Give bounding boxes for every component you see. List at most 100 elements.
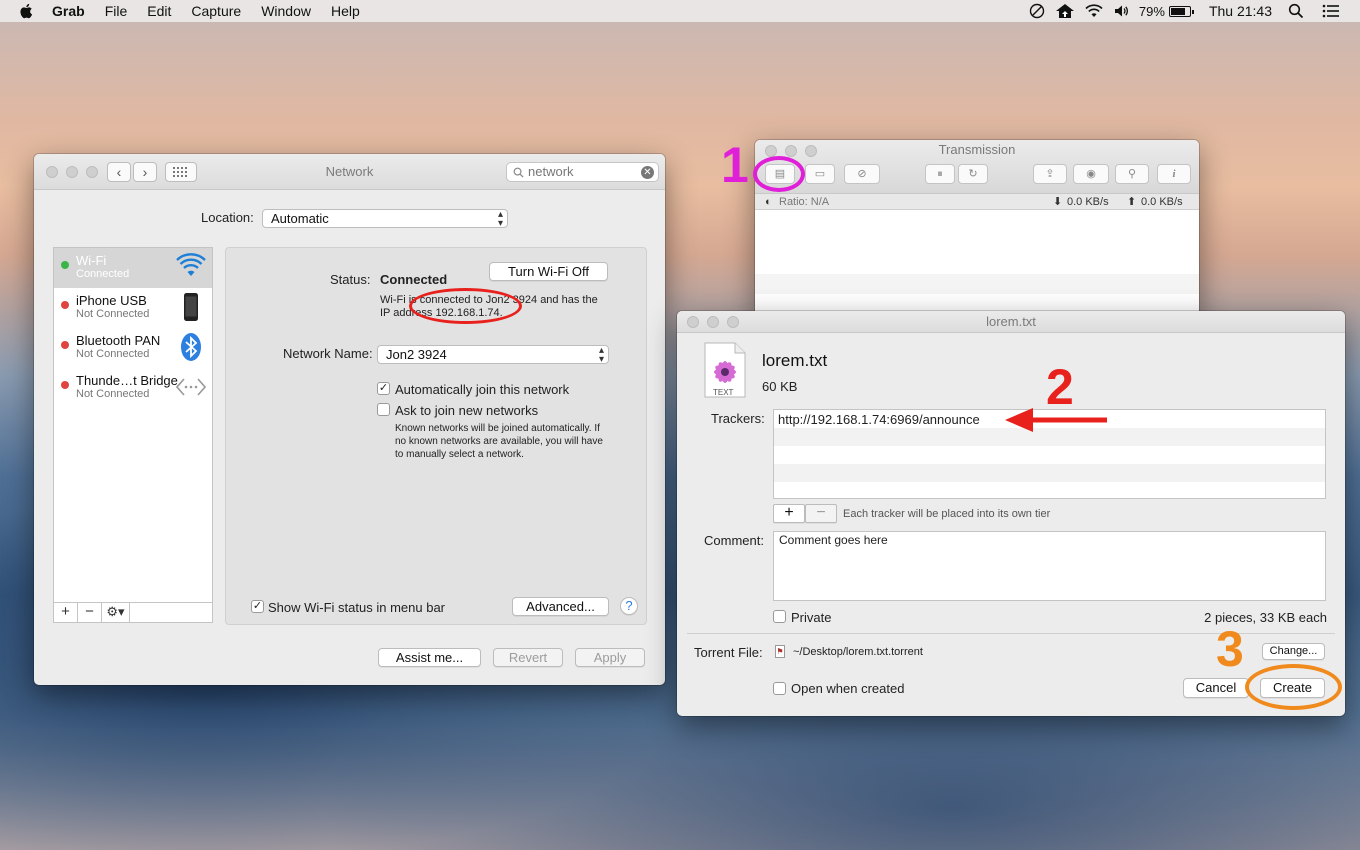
spotlight-search-icon[interactable] (1288, 3, 1304, 19)
ratio-icon: ◐ (765, 196, 772, 208)
location-value: Automatic (271, 211, 329, 226)
service-status: Not Connected (76, 308, 150, 320)
pause-all-button[interactable]: ⏸ (925, 164, 955, 184)
back-button[interactable]: ‹ (107, 162, 131, 182)
magnifier-icon: ⚲ (1127, 168, 1137, 180)
menubar-clock[interactable]: Thu 21:43 (1209, 3, 1272, 19)
auto-join-checkbox[interactable]: ✓ (377, 382, 390, 395)
service-name: Wi-Fi (76, 253, 107, 268)
location-label: Location: (201, 210, 254, 225)
window-controls (687, 316, 747, 328)
ask-join-desc-1: Known networks will be joined automatica… (395, 423, 600, 434)
zoom-button[interactable] (727, 316, 739, 328)
comment-field[interactable]: Comment goes here (773, 531, 1326, 601)
tracker-row-stripe (774, 464, 1325, 482)
menu-help[interactable]: Help (331, 3, 360, 19)
notification-center-icon[interactable] (1322, 3, 1340, 19)
remove-service-button[interactable]: − (78, 603, 102, 622)
service-item-iphone-usb[interactable]: iPhone USB Not Connected (54, 288, 212, 328)
cancel-button[interactable]: Cancel (1183, 678, 1249, 698)
add-tracker-button[interactable]: + (773, 504, 805, 523)
turn-wifi-off-button[interactable]: Turn Wi-Fi Off (489, 262, 608, 281)
do-not-disturb-icon[interactable] (1029, 3, 1045, 19)
network-preferences-window: ‹ › Network network ✕ Location: Automati… (34, 154, 665, 685)
open-torrent-button[interactable]: ▭ (805, 164, 835, 184)
minimize-button[interactable] (66, 166, 78, 178)
forward-button[interactable]: › (133, 162, 157, 182)
open-when-created-checkbox[interactable] (773, 682, 786, 695)
status-dot-connected (61, 261, 69, 269)
revert-button[interactable]: Revert (493, 648, 563, 667)
share-button[interactable]: ⇪ (1033, 164, 1067, 184)
inspector-button[interactable]: i (1157, 164, 1191, 184)
gear-menu-button[interactable]: ⚙▾ (102, 603, 130, 622)
service-item-thunderbolt-bridge[interactable]: Thunde…t Bridge Not Connected (54, 368, 212, 408)
location-popup[interactable]: Automatic ▴ ▾ (262, 209, 508, 229)
remove-tracker-button[interactable]: − (805, 504, 837, 523)
apple-logo-icon[interactable] (18, 2, 36, 20)
chevron-left-icon: ‹ (116, 164, 122, 180)
thunderbolt-bridge-icon (176, 378, 206, 396)
download-rate: 0.0 KB/s (1067, 196, 1109, 208)
ratio-text[interactable]: Ratio: N/A (779, 194, 829, 210)
open-when-created-label: Open when created (791, 681, 905, 696)
close-button[interactable] (46, 166, 58, 178)
search-field[interactable]: network ✕ (506, 162, 659, 182)
ask-join-checkbox[interactable] (377, 403, 390, 416)
home-icon[interactable] (1055, 3, 1075, 19)
file-name: lorem.txt (762, 351, 828, 370)
search-input[interactable]: network (528, 163, 574, 181)
service-name: Thunde…t Bridge (76, 373, 178, 388)
add-service-button[interactable]: + (54, 603, 78, 622)
help-button[interactable]: ? (620, 597, 638, 615)
menu-capture[interactable]: Capture (191, 3, 241, 19)
advanced-button[interactable]: Advanced... (512, 597, 609, 616)
show-all-button[interactable] (165, 162, 197, 182)
battery-icon[interactable] (1168, 5, 1194, 17)
menu-window[interactable]: Window (261, 3, 311, 19)
service-item-bluetooth-pan[interactable]: Bluetooth PAN Not Connected (54, 328, 212, 368)
clear-search-icon[interactable]: ✕ (641, 166, 654, 179)
ask-join-desc-3: to manually select a network. (395, 449, 524, 460)
forbidden-icon: ⊘ (857, 168, 867, 180)
file-type-label: TEXT (713, 388, 734, 397)
zoom-button[interactable] (805, 145, 817, 157)
tracker-row[interactable]: http://192.168.1.74:6969/announce (778, 412, 980, 427)
remove-torrent-button[interactable]: ⊘ (844, 164, 880, 184)
show-wifi-status-checkbox[interactable]: ✓ (251, 600, 264, 613)
ask-join-desc-2: no known networks are available, you wil… (395, 436, 603, 447)
network-name-value: Jon2 3924 (386, 347, 447, 362)
transmission-window: Transmission ▤ ▭ ⊘ ⏸ ↻ ⇪ ◉ ⚲ i ◐ Ratio: … (755, 140, 1199, 320)
change-location-button[interactable]: Change... (1262, 643, 1325, 660)
network-name-label: Network Name: (283, 346, 373, 361)
zoom-button[interactable] (86, 166, 98, 178)
wifi-icon (176, 253, 206, 276)
window-title: Network (325, 164, 374, 179)
wifi-status-icon[interactable] (1085, 3, 1103, 19)
minimize-button[interactable] (785, 145, 797, 157)
comment-label: Comment: (704, 533, 764, 548)
service-item-wifi[interactable]: Wi-Fi Connected (54, 248, 212, 288)
resume-all-button[interactable]: ↻ (958, 164, 988, 184)
comment-text[interactable]: Comment goes here (779, 533, 888, 547)
network-name-popup[interactable]: Jon2 3924 ▴ ▾ (377, 345, 609, 365)
grid-icon (173, 167, 187, 177)
close-button[interactable] (687, 316, 699, 328)
battery-percent[interactable]: 79% (1139, 4, 1165, 19)
minimize-button[interactable] (707, 316, 719, 328)
network-titlebar: ‹ › Network network ✕ (34, 154, 665, 190)
create-titlebar: lorem.txt (677, 311, 1345, 333)
service-status: Connected (76, 268, 130, 280)
menu-edit[interactable]: Edit (147, 3, 171, 19)
filter-button[interactable]: ⚲ (1115, 164, 1149, 184)
private-checkbox[interactable] (773, 610, 786, 623)
assist-me-button[interactable]: Assist me... (378, 648, 481, 667)
service-list: Wi-Fi Connected iPhone USB Not Connected… (53, 247, 213, 623)
service-status: Not Connected (76, 388, 150, 400)
quick-look-button[interactable]: ◉ (1073, 164, 1109, 184)
menu-app-grab[interactable]: Grab (52, 3, 85, 19)
apply-button[interactable]: Apply (575, 648, 645, 667)
status-dot-disconnected (61, 381, 69, 389)
volume-icon[interactable] (1113, 3, 1129, 19)
menu-file[interactable]: File (105, 3, 128, 19)
